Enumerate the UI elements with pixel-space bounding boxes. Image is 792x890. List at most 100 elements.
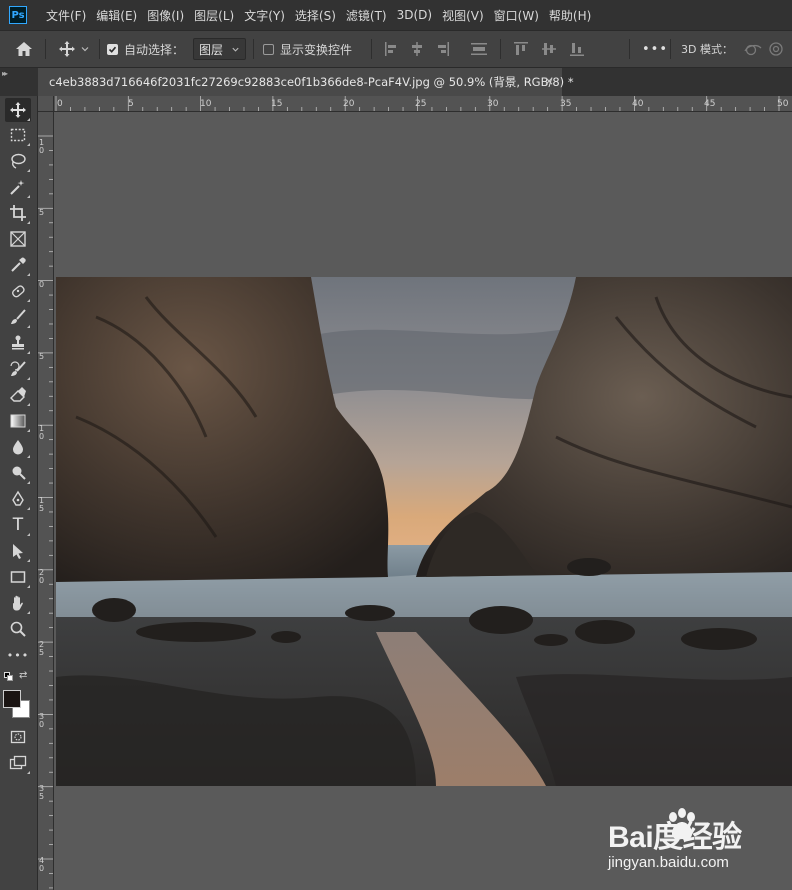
document-image[interactable] bbox=[56, 277, 792, 786]
menu-file[interactable]: 文件(F) bbox=[41, 7, 91, 24]
horizontal-ruler[interactable]: 0 5 10 15 20 25 30 35 40 45 50 bbox=[54, 96, 792, 112]
photoshop-logo[interactable]: Ps bbox=[9, 6, 27, 24]
beach-rock-photo bbox=[56, 277, 792, 786]
ruler-left-label: 0 bbox=[39, 720, 45, 729]
clone-stamp-tool[interactable] bbox=[5, 331, 31, 355]
show-transform-checkbox[interactable] bbox=[263, 43, 274, 55]
ruler-left-label: 0 bbox=[39, 146, 45, 155]
stamp-icon bbox=[12, 335, 24, 350]
frame-tool[interactable] bbox=[5, 227, 31, 251]
roll-3d-icon[interactable] bbox=[768, 41, 784, 57]
ruler-left-label: 0 bbox=[39, 864, 45, 873]
ruler-left-label: 0 bbox=[39, 280, 45, 289]
home-icon[interactable] bbox=[14, 31, 34, 67]
eyedropper-icon bbox=[11, 257, 26, 272]
tools-panel: T ••• ⇄ bbox=[0, 96, 38, 890]
hand-tool[interactable] bbox=[5, 591, 31, 615]
lasso-tool[interactable] bbox=[5, 149, 31, 173]
hand-icon bbox=[13, 595, 23, 611]
ruler-left-label: 5 bbox=[39, 504, 45, 513]
menu-window[interactable]: 窗口(W) bbox=[489, 7, 544, 24]
eraser-icon bbox=[10, 387, 26, 402]
auto-select-target-value: 图层 bbox=[199, 42, 224, 57]
close-tab-button[interactable]: × bbox=[544, 74, 554, 88]
document-tab-title: c4eb3883d716646f2031fc27269c92883ce0f1b3… bbox=[49, 75, 574, 89]
chevron-down-icon bbox=[232, 47, 239, 52]
menu-help[interactable]: 帮助(H) bbox=[544, 7, 596, 24]
eraser-tool[interactable] bbox=[5, 383, 31, 407]
move-tool-preset-icon[interactable] bbox=[58, 31, 90, 67]
chevron-down-icon bbox=[81, 47, 89, 52]
zoom-tool[interactable] bbox=[5, 617, 31, 641]
align-middle-icon[interactable] bbox=[541, 41, 557, 57]
more-tools[interactable]: ••• bbox=[5, 643, 31, 667]
path-selection-icon bbox=[13, 544, 23, 559]
blur-icon bbox=[13, 440, 23, 455]
options-bar: 自动选择： 图层 显示变换控件 ••• 3D 模式： bbox=[0, 30, 792, 68]
type-tool[interactable]: T bbox=[5, 513, 31, 537]
screen-mode[interactable] bbox=[5, 751, 31, 775]
brush-tool[interactable] bbox=[5, 305, 31, 329]
document-tab-strip: ▸▸ c4eb3883d716646f2031fc27269c92883ce0f… bbox=[0, 68, 792, 96]
menu-select[interactable]: 选择(S) bbox=[290, 7, 341, 24]
dodge-tool[interactable] bbox=[5, 461, 31, 485]
foreground-color-swatch[interactable] bbox=[3, 690, 21, 708]
ruler-top-label: 35 bbox=[560, 99, 572, 109]
menu-3d[interactable]: 3D(D) bbox=[392, 8, 437, 22]
align-bottom-icon[interactable] bbox=[569, 41, 585, 57]
ruler-left-label: 5 bbox=[39, 648, 45, 657]
menu-view[interactable]: 视图(V) bbox=[437, 7, 489, 24]
quick-mask[interactable] bbox=[5, 725, 31, 749]
ruler-top-label: 25 bbox=[415, 99, 427, 109]
align-left-icon[interactable] bbox=[384, 41, 398, 57]
baidu-jingyan-watermark: Bai度经验 jingyan.baidu.com bbox=[608, 808, 788, 878]
vertical-ruler[interactable]: 1 0 5 0 5 1 0 1 5 2 0 2 5 3 0 3 5 4 0 bbox=[38, 112, 54, 890]
menu-type[interactable]: 文字(Y) bbox=[239, 7, 290, 24]
orbit-3d-icon[interactable] bbox=[743, 41, 763, 57]
default-colors-icon[interactable] bbox=[4, 672, 14, 682]
pen-tool[interactable] bbox=[5, 487, 31, 511]
lasso-icon bbox=[11, 153, 26, 169]
auto-select-target-dropdown[interactable]: 图层 bbox=[193, 38, 247, 60]
type-icon: T bbox=[12, 515, 24, 535]
marquee-tool[interactable] bbox=[5, 123, 31, 147]
menu-layer[interactable]: 图层(L) bbox=[189, 7, 239, 24]
ruler-left-label: 0 bbox=[39, 576, 45, 585]
auto-select-checkbox[interactable] bbox=[107, 43, 118, 55]
distribute-icon[interactable] bbox=[470, 41, 488, 57]
swap-colors-icon[interactable]: ⇄ bbox=[19, 670, 27, 681]
move-tool[interactable] bbox=[5, 98, 31, 122]
blur-tool[interactable] bbox=[5, 435, 31, 459]
healing-brush-icon bbox=[12, 285, 25, 298]
menu-filter[interactable]: 滤镜(T) bbox=[341, 7, 392, 24]
gradient-tool[interactable] bbox=[5, 409, 31, 433]
history-brush-tool[interactable] bbox=[5, 357, 31, 381]
menu-image[interactable]: 图像(I) bbox=[142, 7, 189, 24]
ruler-top-label: 20 bbox=[343, 99, 355, 109]
menu-edit[interactable]: 编辑(E) bbox=[91, 7, 142, 24]
collapse-panel-icon[interactable]: ▸▸ bbox=[2, 69, 8, 78]
eyedropper-tool[interactable] bbox=[5, 253, 31, 277]
ruler-top-label: 15 bbox=[271, 99, 283, 109]
more-options-button[interactable]: ••• bbox=[642, 31, 668, 67]
ruler-left-label: 0 bbox=[39, 432, 45, 441]
document-tab[interactable]: c4eb3883d716646f2031fc27269c92883ce0f1b3… bbox=[38, 68, 574, 96]
crop-tool[interactable] bbox=[5, 201, 31, 225]
align-right-icon[interactable] bbox=[436, 41, 450, 57]
ruler-origin[interactable] bbox=[38, 96, 54, 112]
path-selection-tool[interactable] bbox=[5, 539, 31, 563]
brush-icon bbox=[11, 309, 26, 324]
magic-wand-tool[interactable] bbox=[5, 175, 31, 199]
healing-tool[interactable] bbox=[5, 279, 31, 303]
magic-wand-icon bbox=[10, 180, 25, 195]
ruler-top-label: 30 bbox=[487, 99, 499, 109]
move-icon bbox=[10, 102, 26, 118]
gradient-icon bbox=[10, 414, 26, 428]
ruler-top-label: 5 bbox=[128, 99, 134, 109]
ruler-left-label: 5 bbox=[39, 352, 45, 361]
crop-icon bbox=[10, 205, 26, 221]
ruler-top-label: 45 bbox=[704, 99, 716, 109]
rectangle-tool[interactable] bbox=[5, 565, 31, 589]
align-center-icon[interactable] bbox=[410, 41, 424, 57]
align-top-icon[interactable] bbox=[513, 41, 529, 57]
